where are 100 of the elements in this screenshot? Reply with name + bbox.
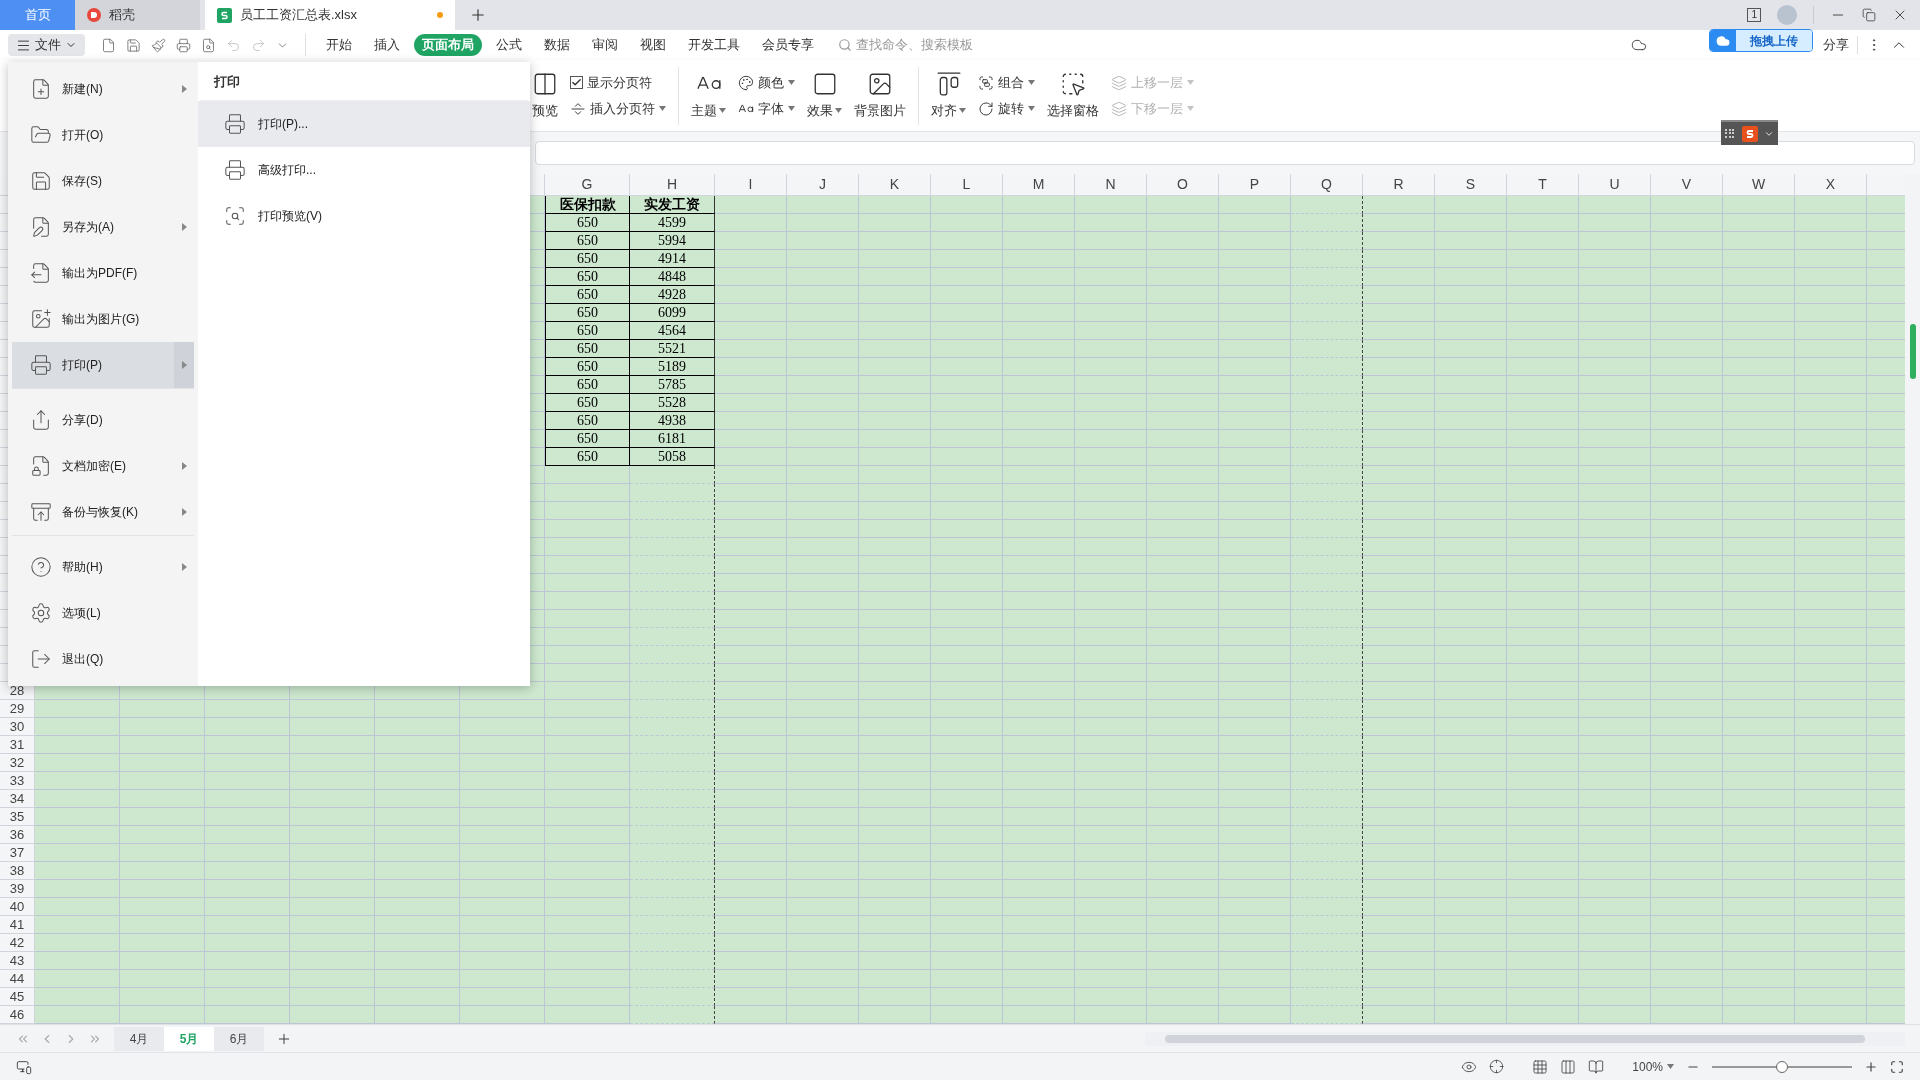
- menu-tab[interactable]: 开发工具: [680, 34, 748, 56]
- share-button[interactable]: 分享: [1823, 35, 1849, 55]
- row-header[interactable]: 38: [0, 862, 35, 880]
- menu-item[interactable]: 保存(S): [12, 158, 194, 204]
- redo-icon[interactable]: [251, 37, 266, 53]
- row-header[interactable]: 33: [0, 772, 35, 790]
- document-tab[interactable]: 员工工资汇总表.xlsx: [205, 0, 455, 30]
- column-header[interactable]: G: [545, 174, 630, 196]
- menu-tab[interactable]: 会员专享: [754, 34, 822, 56]
- menu-item-label[interactable]: 输出为图片(G): [62, 310, 140, 328]
- undo-icon[interactable]: [226, 37, 241, 53]
- menu-item-label[interactable]: 打印(P): [62, 356, 102, 374]
- ribbon-button[interactable]: 效果: [803, 66, 846, 125]
- window-count-icon[interactable]: 1: [1747, 8, 1761, 22]
- sheet-tab[interactable]: 4月: [114, 1026, 164, 1051]
- menu-item-label[interactable]: 输出为PDF(F): [62, 264, 138, 282]
- menu-item-label[interactable]: 打开(O): [62, 126, 104, 144]
- menu-item[interactable]: 帮助(H): [12, 535, 194, 590]
- device-icon[interactable]: [16, 1058, 32, 1075]
- scrollbar-thumb[interactable]: [1909, 324, 1916, 379]
- column-header[interactable]: L: [931, 174, 1003, 196]
- row-header[interactable]: 32: [0, 754, 35, 772]
- column-header[interactable]: U: [1579, 174, 1651, 196]
- menu-item[interactable]: 文档加密(E): [12, 443, 194, 489]
- column-header[interactable]: K: [859, 174, 931, 196]
- menu-item[interactable]: 备份与恢复(K): [12, 489, 194, 535]
- zoom-in-icon[interactable]: [1864, 1059, 1878, 1074]
- menu-item[interactable]: 分享(D): [12, 388, 194, 443]
- row-header[interactable]: 34: [0, 790, 35, 808]
- row-header[interactable]: 41: [0, 916, 35, 934]
- horizontal-scrollbar[interactable]: [1145, 1031, 1905, 1046]
- menu-tab[interactable]: 审阅: [584, 34, 626, 56]
- save-icon[interactable]: [126, 37, 141, 53]
- column-header[interactable]: I: [715, 174, 787, 196]
- ribbon-button[interactable]: 选择窗格: [1043, 66, 1103, 125]
- menu-item[interactable]: 输出为PDF(F): [12, 250, 194, 296]
- row-header[interactable]: 36: [0, 826, 35, 844]
- ribbon-button[interactable]: 背景图片: [850, 66, 910, 125]
- column-header[interactable]: P: [1219, 174, 1291, 196]
- menu-item[interactable]: 另存为(A): [12, 204, 194, 250]
- submenu-item-label[interactable]: 打印(P)...: [258, 114, 308, 133]
- row-header[interactable]: 46: [0, 1006, 35, 1024]
- ime-toolbar[interactable]: [1721, 120, 1778, 145]
- row-header[interactable]: 31: [0, 736, 35, 754]
- zoom-slider[interactable]: [1712, 1060, 1852, 1073]
- zoom-level-button[interactable]: 100%: [1632, 1057, 1674, 1076]
- avatar[interactable]: [1777, 5, 1797, 25]
- formula-field[interactable]: [535, 141, 1915, 165]
- menu-item[interactable]: 打开(O): [12, 112, 194, 158]
- printer-icon[interactable]: [176, 37, 191, 53]
- row-header[interactable]: 39: [0, 880, 35, 898]
- column-header[interactable]: V: [1651, 174, 1723, 196]
- row-header[interactable]: 42: [0, 934, 35, 952]
- submenu-item[interactable]: 高级打印...: [198, 146, 530, 193]
- crosshair-icon[interactable]: [1489, 1059, 1505, 1074]
- menu-item[interactable]: 输出为图片(G): [12, 296, 194, 342]
- fullscreen-icon[interactable]: [1890, 1059, 1904, 1074]
- upload-tooltip[interactable]: 拖拽上传: [1709, 29, 1813, 52]
- submenu-item[interactable]: 打印预览(V): [198, 192, 530, 239]
- menu-item[interactable]: 打印(P): [12, 342, 194, 388]
- menu-item-label[interactable]: 选项(L): [62, 604, 101, 622]
- submenu-item-label[interactable]: 高级打印...: [258, 160, 316, 179]
- format-painter-icon[interactable]: [151, 37, 166, 53]
- menu-item-label[interactable]: 分享(D): [62, 411, 103, 429]
- row-header[interactable]: 29: [0, 700, 35, 718]
- column-header[interactable]: W: [1723, 174, 1795, 196]
- column-header[interactable]: R: [1363, 174, 1435, 196]
- column-header[interactable]: S: [1435, 174, 1507, 196]
- menu-item-label[interactable]: 文档加密(E): [62, 457, 126, 475]
- zoom-slider-thumb[interactable]: [1776, 1060, 1788, 1073]
- row-header[interactable]: 43: [0, 952, 35, 970]
- menu-item-label[interactable]: 备份与恢复(K): [62, 503, 138, 521]
- submenu-item[interactable]: 打印(P)...: [198, 100, 530, 147]
- menu-item-label[interactable]: 新建(N): [62, 80, 103, 98]
- submenu-item-label[interactable]: 打印预览(V): [258, 206, 322, 225]
- menu-item-label[interactable]: 退出(Q): [62, 650, 104, 668]
- row-header[interactable]: 30: [0, 718, 35, 736]
- menu-item-label[interactable]: 保存(S): [62, 172, 102, 190]
- submenu-expander[interactable]: [174, 342, 194, 388]
- new-file-icon[interactable]: [101, 37, 116, 53]
- ribbon-button[interactable]: 组合: [974, 70, 1039, 95]
- ribbon-button[interactable]: 对齐: [927, 66, 970, 125]
- row-header[interactable]: 40: [0, 898, 35, 916]
- menu-tab[interactable]: 公式: [488, 34, 530, 56]
- menu-item-label[interactable]: 帮助(H): [62, 558, 103, 576]
- row-header[interactable]: 35: [0, 808, 35, 826]
- search-field[interactable]: 查找命令、搜索模板: [856, 35, 1006, 55]
- column-header[interactable]: H: [630, 174, 715, 196]
- file-menu-label[interactable]: 文件: [35, 35, 61, 55]
- row-header[interactable]: 37: [0, 844, 35, 862]
- ribbon-button[interactable]: 字体: [734, 96, 799, 121]
- page-layout-icon[interactable]: [1560, 1058, 1577, 1075]
- ribbon-button[interactable]: 旋转: [974, 96, 1039, 121]
- menu-tab[interactable]: 开始: [318, 34, 360, 56]
- column-header[interactable]: Q: [1291, 174, 1363, 196]
- cloud-icon[interactable]: [1631, 37, 1647, 53]
- ribbon-button[interactable]: 插入分页符: [566, 96, 670, 121]
- column-header[interactable]: T: [1507, 174, 1579, 196]
- column-header[interactable]: J: [787, 174, 859, 196]
- column-header[interactable]: M: [1003, 174, 1075, 196]
